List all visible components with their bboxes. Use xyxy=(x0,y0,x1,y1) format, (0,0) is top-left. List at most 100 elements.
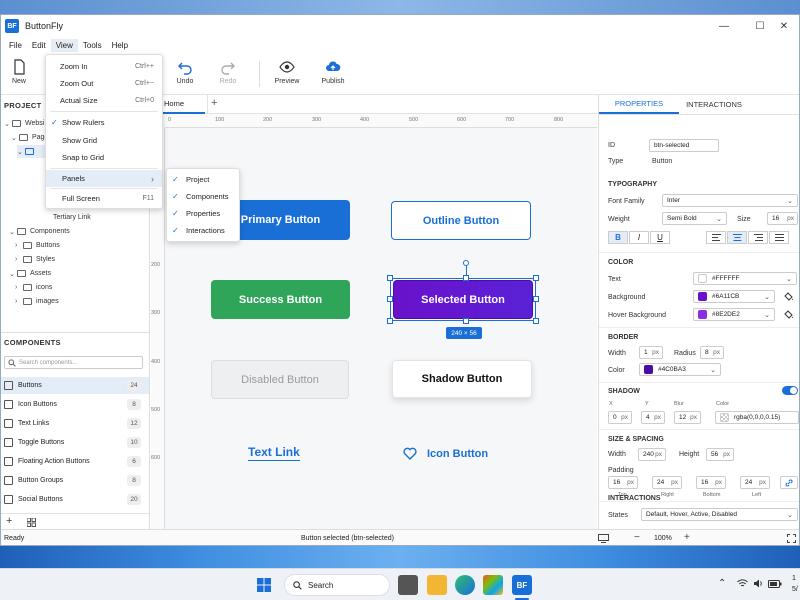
border-width-input[interactable]: 1 px xyxy=(639,346,663,359)
publish-button[interactable]: Publish xyxy=(313,59,353,93)
tab-properties[interactable]: PROPERTIES xyxy=(599,95,679,114)
menu-edit[interactable]: Edit xyxy=(27,39,51,52)
tree-images[interactable]: › images xyxy=(15,295,59,308)
menu-tools[interactable]: Tools xyxy=(78,39,107,52)
width-input[interactable]: 240 px xyxy=(638,448,666,461)
submenu-components[interactable]: ✓ Components xyxy=(167,188,239,205)
shadow-button[interactable]: Shadow Button xyxy=(392,360,532,398)
wifi-icon[interactable] xyxy=(737,579,748,590)
shadow-blur-input[interactable]: 12 px xyxy=(674,411,701,424)
font-family-select[interactable]: Inter ⌄ xyxy=(662,194,798,207)
component-social-buttons[interactable]: Social Buttons 20 xyxy=(1,491,149,508)
shadow-color-picker[interactable]: rgba(0,0,0,0.15) xyxy=(715,411,799,424)
resize-handle-e[interactable] xyxy=(533,296,539,302)
tree-buttons[interactable]: › Buttons xyxy=(15,239,60,252)
success-button[interactable]: Success Button xyxy=(211,280,350,319)
component-icon-buttons[interactable]: Icon Buttons 8 xyxy=(1,396,149,413)
fullscreen-icon[interactable] xyxy=(787,534,796,545)
selected-button[interactable]: Selected Button xyxy=(393,280,533,319)
taskbar-search[interactable]: Search xyxy=(284,574,390,596)
tree-components[interactable]: ⌄ Components xyxy=(9,225,70,238)
components-search[interactable]: Search components... xyxy=(4,356,143,369)
screen-fit-icon[interactable] xyxy=(598,534,609,545)
align-justify-button[interactable] xyxy=(769,231,789,244)
store-icon[interactable] xyxy=(483,575,503,595)
submenu-project[interactable]: ✓ Project xyxy=(167,171,239,188)
component-button-groups[interactable]: Button Groups 8 xyxy=(1,472,149,489)
component-text-links[interactable]: Text Links 12 xyxy=(1,415,149,432)
link-padding-button[interactable] xyxy=(780,476,798,489)
resize-handle-se[interactable] xyxy=(533,318,539,324)
paint-bucket-icon[interactable] xyxy=(784,292,794,304)
add-tab-button[interactable]: + xyxy=(211,97,217,109)
menu-zoom-out[interactable]: Zoom Out Ctrl+− xyxy=(46,75,162,92)
radius-input[interactable]: 8 px xyxy=(700,346,724,359)
menu-help[interactable]: Help xyxy=(107,39,133,52)
tree-tertiary-link[interactable]: Tertiary Link xyxy=(53,211,91,224)
resize-handle-w[interactable] xyxy=(387,296,393,302)
tree-website[interactable]: ⌄ Websi xyxy=(4,117,44,130)
icon-button[interactable]: Icon Button xyxy=(403,447,488,460)
zoom-in-button[interactable]: + xyxy=(684,532,690,543)
menu-show-grid[interactable]: Show Grid xyxy=(46,132,162,149)
align-left-button[interactable] xyxy=(706,231,726,244)
redo-button[interactable]: Redo xyxy=(208,59,248,93)
states-select[interactable]: Default, Hover, Active, Disabled ⌄ xyxy=(641,508,798,521)
text-link[interactable]: Text Link xyxy=(248,445,300,461)
tab-interactions[interactable]: INTERACTIONS xyxy=(679,95,749,114)
component-buttons[interactable]: Buttons 24 xyxy=(1,377,149,394)
battery-icon[interactable] xyxy=(768,580,782,590)
menu-show-rulers[interactable]: ✓ Show Rulers xyxy=(46,114,162,131)
tree-assets[interactable]: ⌄ Assets xyxy=(9,267,51,280)
padding-top-input[interactable]: 16 px xyxy=(608,476,638,489)
menu-full-screen[interactable]: Full Screen F11 xyxy=(46,190,162,207)
submenu-properties[interactable]: ✓ Properties xyxy=(167,205,239,222)
menu-file[interactable]: File xyxy=(4,39,27,52)
menu-actual-size[interactable]: Actual Size Ctrl+0 xyxy=(46,92,162,109)
menu-snap-to-grid[interactable]: Snap to Grid xyxy=(46,149,162,166)
edge-browser-icon[interactable] xyxy=(455,575,475,595)
close-button[interactable]: ✕ xyxy=(767,15,799,37)
tree-home-selected[interactable]: ⌄ xyxy=(17,145,45,158)
resize-handle-s[interactable] xyxy=(463,318,469,324)
file-explorer-dark-icon[interactable] xyxy=(398,575,418,595)
hover-color-picker[interactable]: #8E2DE2 ⌄ xyxy=(693,308,775,321)
text-color-picker[interactable]: #FFFFFF ⌄ xyxy=(693,272,797,285)
buttonfly-taskbar-icon[interactable]: BF xyxy=(512,575,532,595)
resize-handle-n[interactable] xyxy=(463,275,469,281)
resize-handle-nw[interactable] xyxy=(387,275,393,281)
menu-zoom-in[interactable]: Zoom In Ctrl++ xyxy=(46,58,162,75)
tray-chevron-up-icon[interactable]: ⌃ xyxy=(718,578,726,589)
padding-right-input[interactable]: 24 px xyxy=(652,476,682,489)
grid-view-icon[interactable] xyxy=(26,517,36,529)
italic-toggle[interactable]: I xyxy=(629,231,649,244)
folder-icon[interactable] xyxy=(427,575,447,595)
tree-icons[interactable]: › icons xyxy=(15,281,52,294)
menu-view[interactable]: View xyxy=(50,38,78,52)
tab-home[interactable]: Home xyxy=(159,95,205,114)
weight-select[interactable]: Semi Bold ⌄ xyxy=(662,212,727,225)
padding-left-input[interactable]: 24 px xyxy=(740,476,770,489)
shadow-toggle[interactable] xyxy=(782,386,798,395)
background-color-picker[interactable]: #6A11CB ⌄ xyxy=(693,290,775,303)
font-size-input[interactable]: 16 px xyxy=(767,212,798,225)
height-input[interactable]: 56 px xyxy=(706,448,734,461)
align-center-button[interactable] xyxy=(727,231,747,244)
tree-styles[interactable]: › Styles xyxy=(15,253,55,266)
resize-handle-sw[interactable] xyxy=(387,318,393,324)
border-color-picker[interactable]: #4C0BA3 ⌄ xyxy=(639,363,721,376)
align-right-button[interactable] xyxy=(748,231,768,244)
new-button[interactable]: New xyxy=(1,59,39,93)
paint-bucket-icon[interactable] xyxy=(784,310,794,322)
component-toggle-buttons[interactable]: Toggle Buttons 10 xyxy=(1,434,149,451)
id-input[interactable]: btn-selected xyxy=(649,139,719,152)
undo-button[interactable]: Undo xyxy=(165,59,205,93)
shadow-y-input[interactable]: 4 px xyxy=(641,411,665,424)
minimize-button[interactable]: — xyxy=(707,15,741,37)
shadow-x-input[interactable]: 0 px xyxy=(608,411,632,424)
volume-icon[interactable] xyxy=(753,579,763,590)
start-icon[interactable] xyxy=(257,578,271,594)
padding-bottom-input[interactable]: 16 px xyxy=(696,476,726,489)
disabled-button[interactable]: Disabled Button xyxy=(211,360,349,399)
resize-handle-ne[interactable] xyxy=(533,275,539,281)
